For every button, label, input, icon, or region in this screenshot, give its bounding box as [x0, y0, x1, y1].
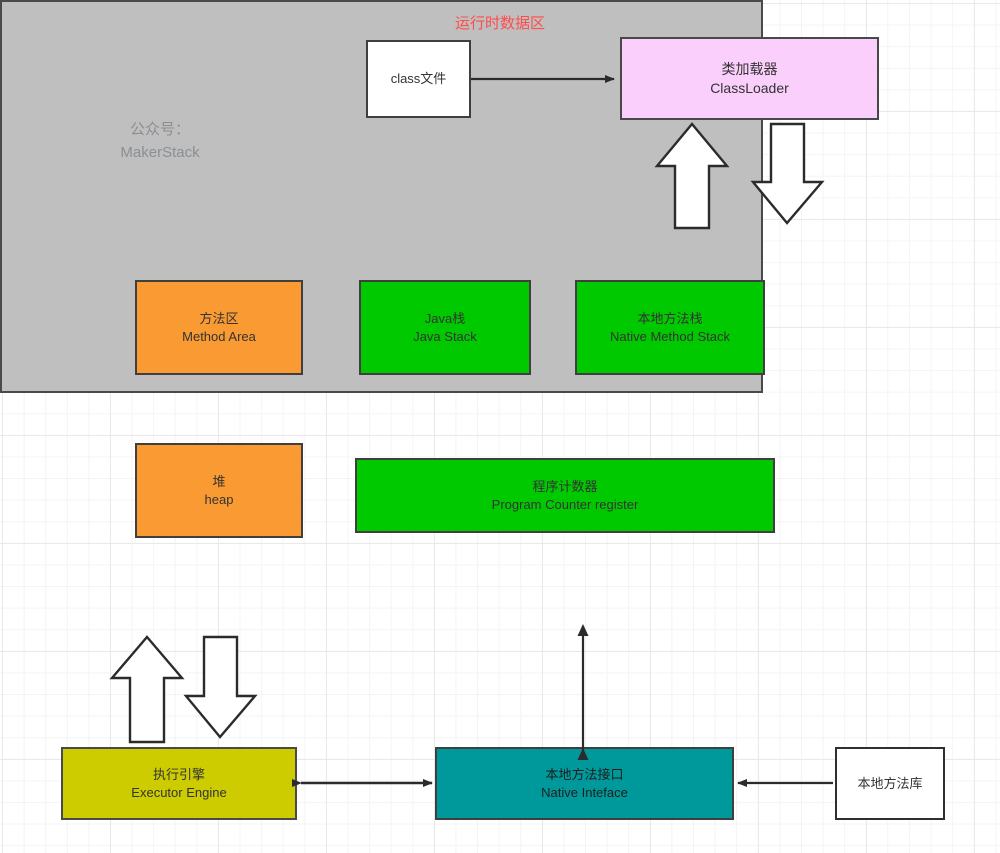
node-heap-label-cn: 堆	[212, 473, 226, 489]
node-native-library-label: 本地方法库	[857, 775, 923, 791]
node-program-counter[interactable]: 程序计数器 Program Counter register	[355, 458, 775, 533]
node-executor-engine-label-cn: 执行引擎	[152, 766, 205, 782]
node-native-method-stack[interactable]: 本地方法栈 Native Method Stack	[575, 280, 765, 375]
node-program-counter-label-cn: 程序计数器	[532, 478, 598, 494]
node-executor-engine[interactable]: 执行引擎 Executor Engine	[61, 747, 297, 820]
block-arrow-down-from-class-loader	[750, 122, 825, 225]
node-class-loader[interactable]: 类加载器 ClassLoader	[620, 37, 879, 120]
node-native-interface-label-en: Native Inteface	[541, 784, 628, 800]
node-native-interface[interactable]: 本地方法接口 Native Inteface	[435, 747, 734, 820]
node-heap[interactable]: 堆 heap	[135, 443, 303, 538]
node-native-method-stack-label-cn: 本地方法栈	[637, 310, 703, 326]
node-executor-engine-label-en: Executor Engine	[131, 784, 227, 800]
node-class-loader-label-en: ClassLoader	[710, 79, 789, 96]
runtime-data-area-title: 运行时数据区	[454, 15, 545, 32]
node-java-stack[interactable]: Java栈 Java Stack	[359, 280, 531, 375]
node-native-interface-label-cn: 本地方法接口	[545, 766, 624, 782]
watermark: 公众号： MakerStack	[108, 118, 212, 165]
node-class-loader-label-cn: 类加载器	[721, 60, 778, 77]
block-arrow-up-to-runtime-area	[109, 635, 185, 744]
diagram-canvas: 公众号： MakerStack class文件 类加载器 ClassLoader…	[0, 0, 1000, 853]
node-native-method-stack-label-en: Native Method Stack	[610, 328, 730, 344]
node-native-library[interactable]: 本地方法库	[835, 747, 945, 820]
node-class-file[interactable]: class文件	[366, 40, 471, 118]
watermark-line-2: MakerStack	[120, 144, 200, 162]
block-arrow-down-to-executor-engine	[183, 635, 258, 739]
watermark-line-1: 公众号：	[129, 121, 190, 138]
node-program-counter-label-en: Program Counter register	[491, 496, 639, 512]
node-class-file-label: class文件	[390, 71, 447, 87]
node-heap-label-en: heap	[204, 491, 234, 507]
node-java-stack-label-en: Java Stack	[413, 328, 477, 344]
node-method-area-label-en: Method Area	[182, 328, 256, 344]
node-method-area[interactable]: 方法区 Method Area	[135, 280, 303, 375]
node-java-stack-label-cn: Java栈	[424, 310, 466, 326]
node-method-area-label-cn: 方法区	[199, 310, 239, 326]
